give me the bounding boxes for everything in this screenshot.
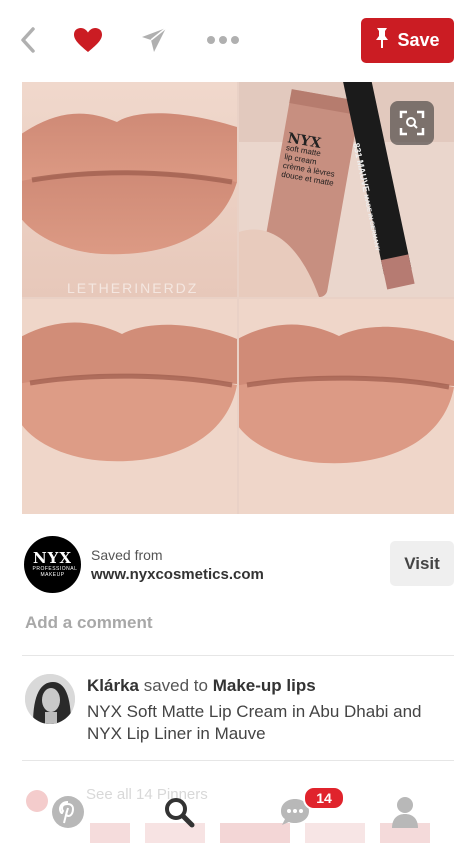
save-label: Save bbox=[397, 30, 440, 50]
bottom-nav: See all 14 Pinners bbox=[0, 772, 474, 843]
saver-row: Klárka saved to Make-up lips NYX Soft Ma… bbox=[25, 674, 455, 754]
profile-icon[interactable] bbox=[385, 792, 425, 832]
back-chevron-icon[interactable] bbox=[10, 22, 46, 58]
nyx-logo[interactable]: NYX PROFESSIONAL MAKEUP bbox=[24, 536, 81, 593]
saver-name[interactable]: Klárka bbox=[87, 676, 139, 695]
divider bbox=[22, 760, 454, 761]
avatar[interactable] bbox=[25, 674, 75, 724]
heart-icon[interactable] bbox=[70, 22, 106, 58]
send-icon[interactable] bbox=[136, 22, 172, 58]
pinterest-logo-icon[interactable] bbox=[48, 792, 88, 832]
pinner-avatar-icon bbox=[26, 790, 48, 812]
top-bar: Save bbox=[0, 0, 474, 82]
source-row: NYX PROFESSIONAL MAKEUP Saved from www.n… bbox=[24, 536, 454, 596]
saver-line: Klárka saved to Make-up lips bbox=[87, 676, 316, 696]
lips-photo-bottom-left bbox=[22, 299, 237, 514]
pinner-thumbnails bbox=[90, 818, 430, 843]
pin-image[interactable]: NYX soft matte lip cream crème à lèvres … bbox=[22, 82, 454, 514]
saver-action: saved to bbox=[143, 676, 208, 695]
saved-from-label: Saved from bbox=[91, 547, 163, 563]
notification-badge: 14 bbox=[303, 786, 345, 810]
visit-button[interactable]: Visit bbox=[390, 541, 454, 586]
lips-photo-bottom-right bbox=[239, 299, 454, 514]
save-button[interactable]: Save bbox=[361, 18, 454, 63]
logo-sub-text: PROFESSIONAL MAKEUP bbox=[32, 566, 78, 578]
search-icon[interactable] bbox=[159, 792, 199, 832]
expand-image-icon[interactable] bbox=[390, 101, 434, 145]
more-dots-icon[interactable] bbox=[205, 22, 241, 58]
add-comment-input[interactable]: Add a comment bbox=[25, 613, 153, 633]
lips-photo-top-left bbox=[22, 82, 237, 297]
watermark: LETHERINERDZ bbox=[67, 280, 199, 296]
board-name[interactable]: Make-up lips bbox=[213, 676, 316, 695]
pin-description: NYX Soft Matte Lip Cream in Abu Dhabi an… bbox=[87, 702, 422, 743]
logo-main-text: NYX bbox=[32, 549, 73, 567]
divider bbox=[22, 655, 454, 656]
source-url[interactable]: www.nyxcosmetics.com bbox=[91, 566, 264, 583]
pushpin-icon bbox=[375, 27, 389, 54]
